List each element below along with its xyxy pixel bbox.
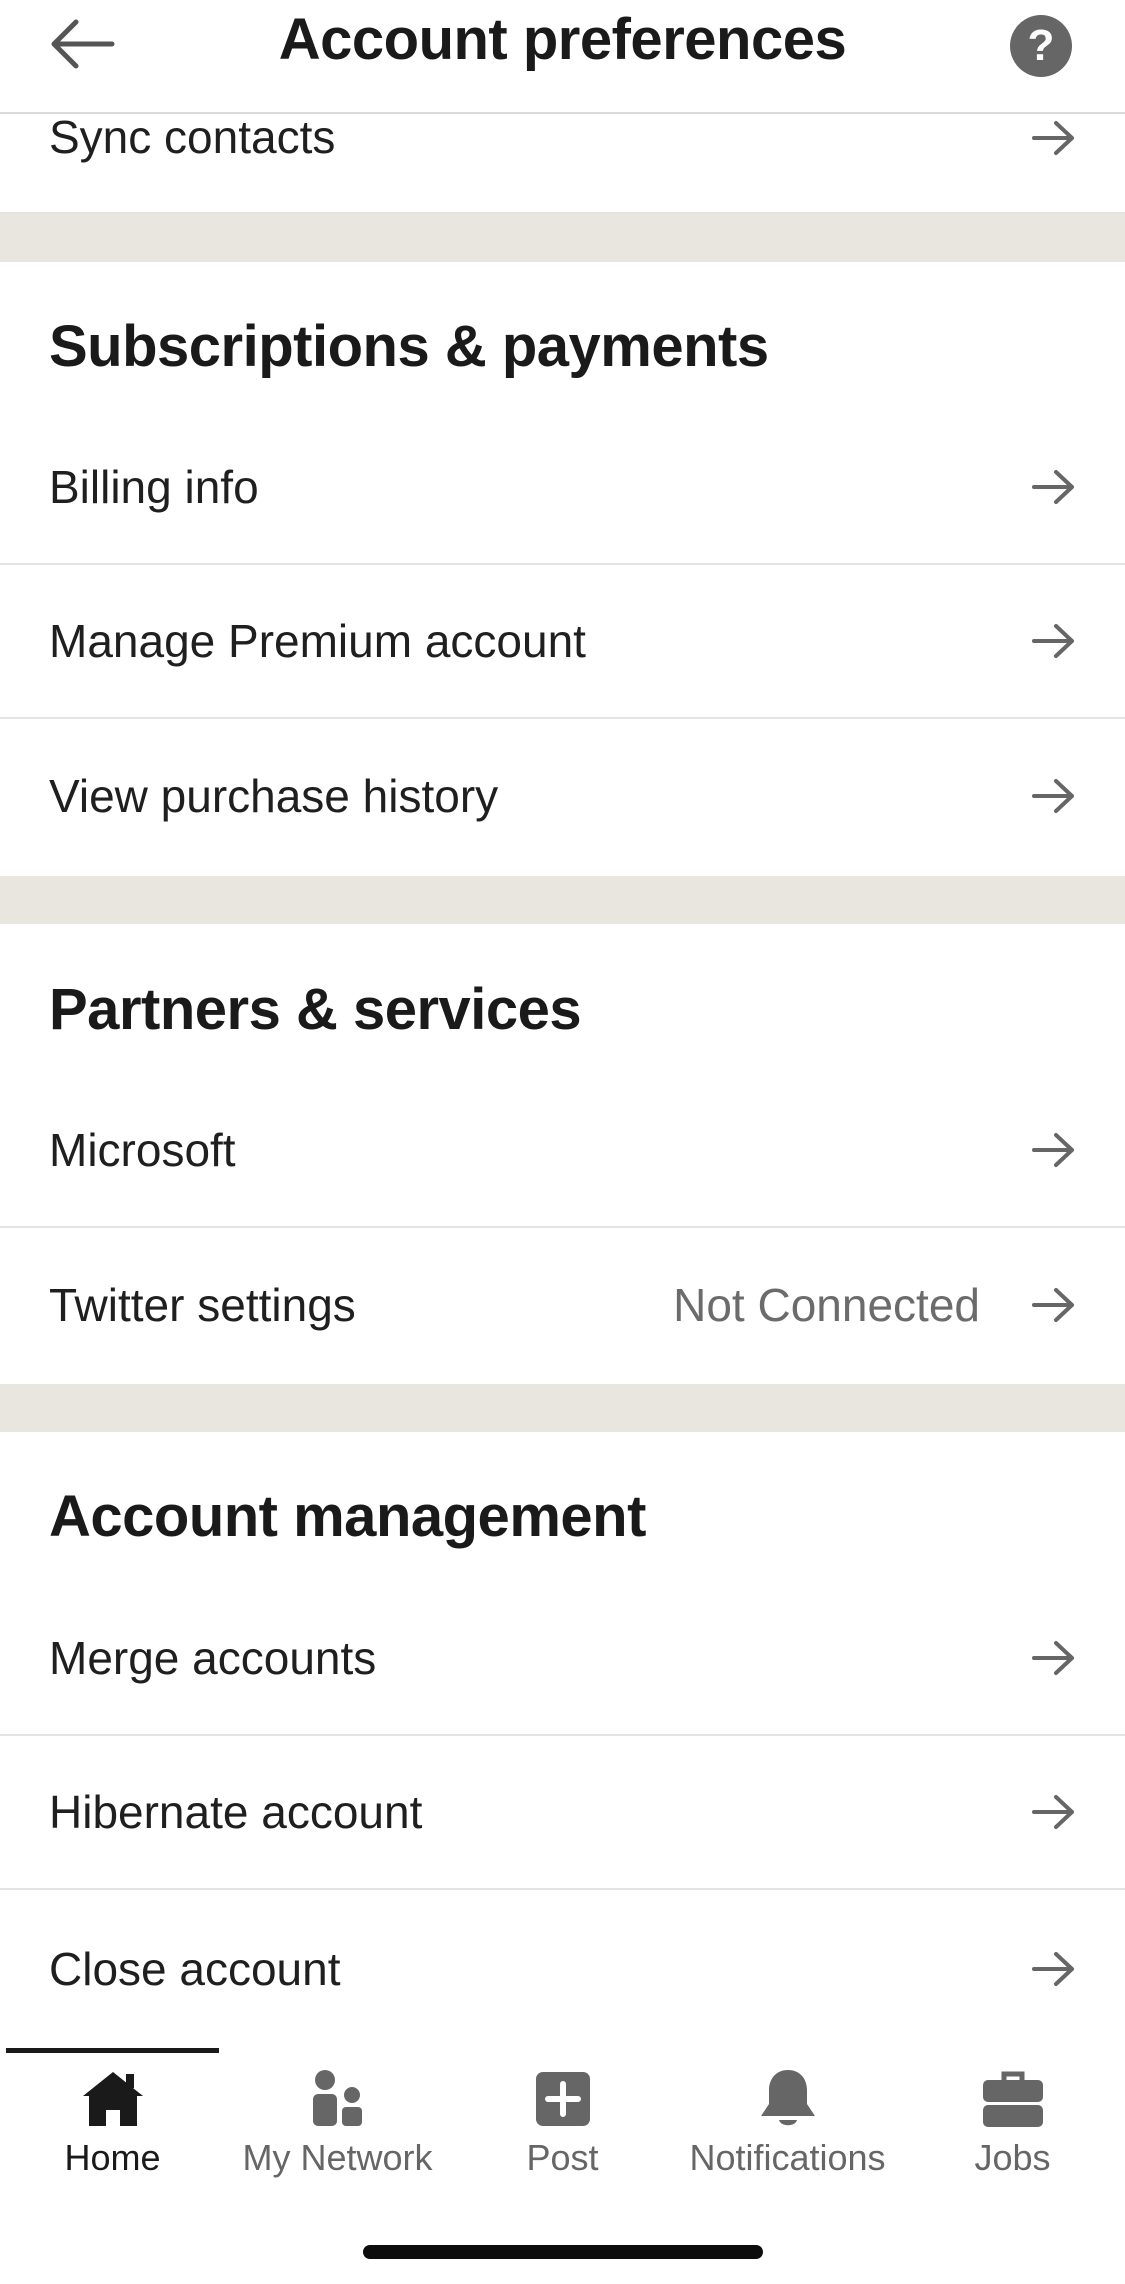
section-title-account-management: Account management bbox=[49, 1484, 646, 1549]
settings-row-manage-premium[interactable]: Manage Premium account bbox=[0, 565, 1125, 719]
settings-row-billing-info[interactable]: Billing info bbox=[0, 411, 1125, 565]
tab-my-network[interactable]: My Network bbox=[225, 2060, 450, 2190]
row-label: Close account bbox=[49, 1943, 341, 1995]
briefcase-icon bbox=[982, 2071, 1043, 2127]
arrow-right-icon bbox=[1032, 1641, 1074, 1675]
arrow-right-icon bbox=[1032, 1952, 1074, 1986]
settings-row-close-account[interactable]: Close account bbox=[0, 1892, 1125, 2046]
section-divider bbox=[0, 876, 1125, 924]
tab-label: Notifications bbox=[689, 2137, 886, 2178]
row-label: Sync contacts bbox=[49, 111, 336, 163]
arrow-right-icon bbox=[1032, 779, 1074, 813]
row-label: Billing info bbox=[49, 461, 259, 513]
settings-row-microsoft[interactable]: Microsoft bbox=[0, 1074, 1125, 1228]
arrow-right-icon bbox=[1032, 121, 1074, 155]
section-title-subscriptions: Subscriptions & payments bbox=[49, 314, 769, 379]
row-label: Microsoft bbox=[49, 1124, 236, 1176]
settings-row-hibernate-account[interactable]: Hibernate account bbox=[0, 1736, 1125, 1890]
tab-notifications[interactable]: Notifications bbox=[675, 2060, 900, 2190]
row-label: Manage Premium account bbox=[49, 615, 586, 667]
section-title-partners: Partners & services bbox=[49, 977, 582, 1042]
row-label: Merge accounts bbox=[49, 1632, 377, 1684]
arrow-right-icon bbox=[1032, 1795, 1074, 1829]
section-divider bbox=[0, 1384, 1125, 1432]
row-label: View purchase history bbox=[49, 770, 499, 822]
tab-label: Jobs bbox=[974, 2137, 1051, 2178]
tab-label: My Network bbox=[242, 2137, 433, 2178]
active-tab-indicator bbox=[6, 2048, 219, 2053]
home-indicator bbox=[363, 2245, 763, 2259]
settings-row-merge-accounts[interactable]: Merge accounts bbox=[0, 1582, 1125, 1736]
tab-label: Home bbox=[64, 2137, 161, 2178]
home-icon bbox=[82, 2072, 143, 2126]
tab-label: Post bbox=[526, 2137, 599, 2178]
network-icon bbox=[312, 2070, 362, 2126]
row-label: Hibernate account bbox=[49, 1786, 423, 1838]
question-circle-icon: ? bbox=[1027, 21, 1055, 70]
connection-status: Not Connected bbox=[673, 1279, 980, 1331]
help-button[interactable]: ? bbox=[1010, 15, 1072, 77]
tab-home[interactable]: Home bbox=[0, 2060, 225, 2190]
arrow-right-icon bbox=[1032, 1288, 1074, 1322]
tab-post[interactable]: Post bbox=[450, 2060, 675, 2190]
bell-icon bbox=[760, 2070, 815, 2126]
top-app-bar: Account preferences ? bbox=[0, 0, 1125, 114]
arrow-right-icon bbox=[1032, 1133, 1074, 1167]
settings-row-twitter[interactable]: Twitter settings Not Connected bbox=[0, 1228, 1125, 1382]
arrow-right-icon bbox=[1032, 470, 1074, 504]
plus-square-icon bbox=[535, 2072, 590, 2126]
row-label: Twitter settings bbox=[49, 1279, 356, 1331]
settings-row-purchase-history[interactable]: View purchase history bbox=[0, 719, 1125, 873]
section-divider bbox=[0, 214, 1125, 262]
page-title: Account preferences bbox=[278, 7, 847, 72]
tab-jobs[interactable]: Jobs bbox=[900, 2060, 1125, 2190]
arrow-right-icon bbox=[1032, 624, 1074, 658]
